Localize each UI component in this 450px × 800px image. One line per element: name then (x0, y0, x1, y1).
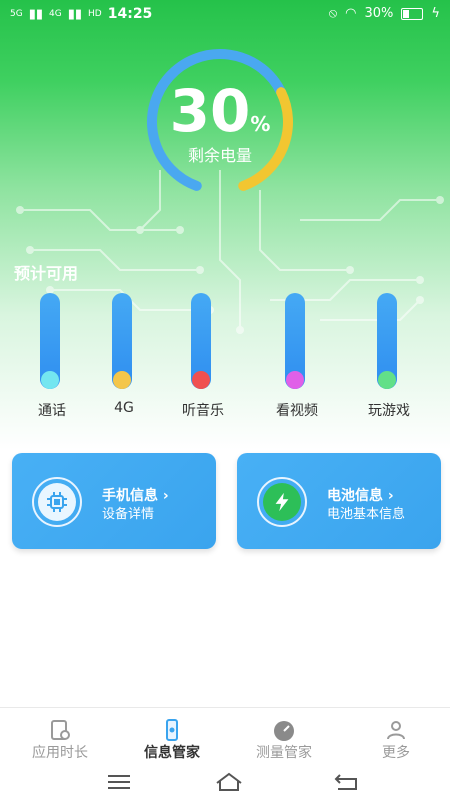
nav-label: 测量管家 (256, 745, 312, 761)
battery-percent-unit: % (250, 112, 271, 136)
hd-badge: HD (88, 9, 102, 19)
lightning-icon (263, 483, 301, 521)
estimate-item-4g: 4G (89, 293, 159, 423)
signal-bars-icon: ▮▮ (28, 6, 44, 22)
estimate-dot (192, 371, 210, 389)
gauge-icon (274, 721, 294, 741)
nav-item-more[interactable]: 更多 (340, 708, 450, 764)
phone-info-card[interactable]: 手机信息 › 设备详情 (12, 453, 216, 549)
signal-5g: 5G (10, 9, 23, 19)
chip-icon (38, 483, 76, 521)
battery-percent: 30% (364, 6, 394, 21)
estimate-item-game: 玩游戏 (354, 293, 424, 423)
nav-item-app-usage[interactable]: 应用时长 (4, 708, 116, 764)
nav-label: 更多 (382, 745, 410, 761)
estimate-dot (378, 371, 396, 389)
charging-icon: ϟ (431, 6, 440, 21)
bottom-nav: 应用时长 信息管家 测量管家 更多 (0, 707, 450, 764)
app-usage-icon (51, 720, 70, 740)
phone-info-icon (166, 719, 178, 741)
back-icon[interactable] (332, 771, 362, 793)
battery-remaining-label: 剩余电量 (187, 146, 252, 165)
card-subtitle: 电池基本信息 (327, 507, 406, 522)
estimate-item-call: 通话 (17, 293, 87, 423)
estimate-item-video: 看视频 (262, 293, 332, 423)
nav-item-info[interactable]: 信息管家 (116, 708, 228, 764)
estimate-item-music: 听音乐 (168, 293, 238, 423)
home-icon[interactable] (214, 771, 244, 793)
estimate-dot (113, 371, 131, 389)
nav-label: 应用时长 (32, 745, 88, 761)
estimate-title: 预计可用 (14, 264, 79, 283)
estimate-label: 通话 (38, 403, 66, 419)
nav-item-measure[interactable]: 测量管家 (228, 708, 340, 764)
estimate-dot (286, 371, 304, 389)
wifi-icon: ◠ (345, 6, 357, 21)
signal-bars-icon: ▮▮ (67, 6, 83, 22)
battery-icon (401, 7, 424, 20)
system-nav-bar (0, 763, 450, 800)
status-time: 14:25 (107, 6, 153, 22)
card-icon-ring (32, 477, 82, 527)
signal-4g: 4G (49, 9, 62, 19)
estimate-dot (41, 371, 59, 389)
battery-info-card[interactable]: 电池信息 › 电池基本信息 (237, 453, 441, 549)
status-bar: 5G ▮▮ 4G ▮▮ HD 14:25 ⦸ ◠ 30% ϟ (0, 0, 450, 28)
estimate-label: 4G (114, 400, 134, 416)
estimate-label: 玩游戏 (368, 403, 410, 419)
user-icon (387, 721, 405, 740)
estimate-label: 看视频 (276, 403, 318, 419)
battery-percent-value: 30 (169, 77, 251, 145)
card-subtitle: 设备详情 (102, 507, 155, 522)
card-title: 电池信息 › (327, 488, 394, 504)
mute-icon: ⦸ (328, 6, 338, 21)
menu-icon[interactable] (104, 771, 134, 793)
estimate-label: 听音乐 (182, 403, 224, 419)
card-title: 手机信息 › (102, 488, 169, 504)
card-icon-ring (257, 477, 307, 527)
nav-label: 信息管家 (144, 745, 200, 761)
